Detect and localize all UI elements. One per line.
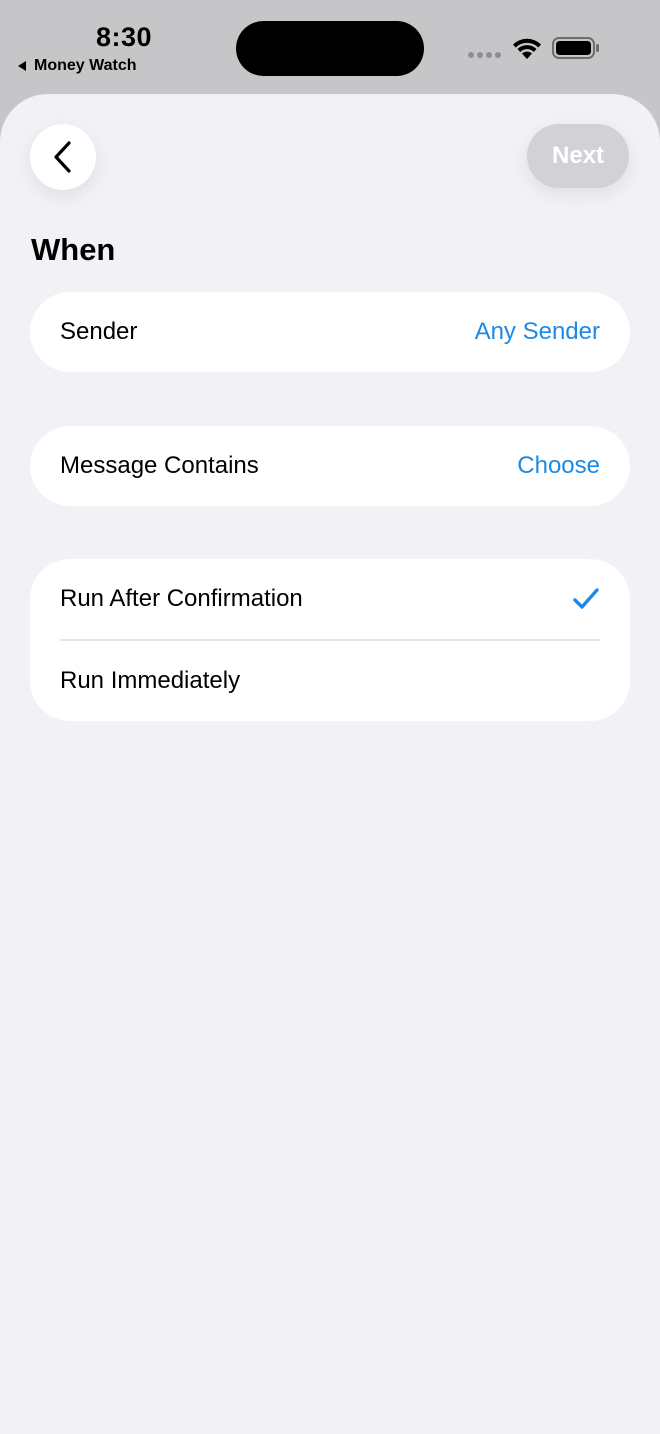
run-option-after-confirmation[interactable]: Run After Confirmation: [30, 559, 630, 639]
run-option-label: Run Immediately: [60, 667, 241, 694]
back-triangle-icon: [18, 61, 26, 71]
status-time: 8:30: [96, 22, 153, 52]
chevron-left-icon: [54, 141, 71, 173]
battery-icon: [552, 37, 599, 59]
message-contains-label: Message Contains: [60, 452, 259, 479]
message-contains-value[interactable]: Choose: [517, 452, 600, 480]
message-contains-card: Message Contains Choose: [30, 426, 630, 506]
automation-sheet: Next When Sender Any Sender Message Cont…: [0, 94, 660, 1434]
message-contains-row[interactable]: Message Contains Choose: [30, 426, 630, 506]
dynamic-island: [236, 21, 424, 76]
next-button[interactable]: Next: [527, 124, 629, 188]
section-title: When: [31, 232, 116, 267]
sender-label: Sender: [60, 318, 138, 345]
sender-value[interactable]: Any Sender: [475, 318, 600, 346]
run-option-immediately[interactable]: Run Immediately: [30, 641, 630, 721]
back-button[interactable]: [30, 124, 96, 190]
back-to-app-link[interactable]: Money Watch: [18, 57, 137, 75]
wifi-icon: [513, 38, 541, 59]
cellular-signal-icon: [468, 52, 501, 58]
checkmark-icon: [572, 587, 600, 611]
back-app-label: Money Watch: [34, 57, 137, 74]
sender-row[interactable]: Sender Any Sender: [30, 292, 630, 372]
sender-card: Sender Any Sender: [30, 292, 630, 372]
run-option-label: Run After Confirmation: [60, 585, 303, 612]
run-options-card: Run After Confirmation Run Immediately: [30, 559, 630, 721]
status-bar: 8:30 Money Watch: [0, 0, 660, 94]
